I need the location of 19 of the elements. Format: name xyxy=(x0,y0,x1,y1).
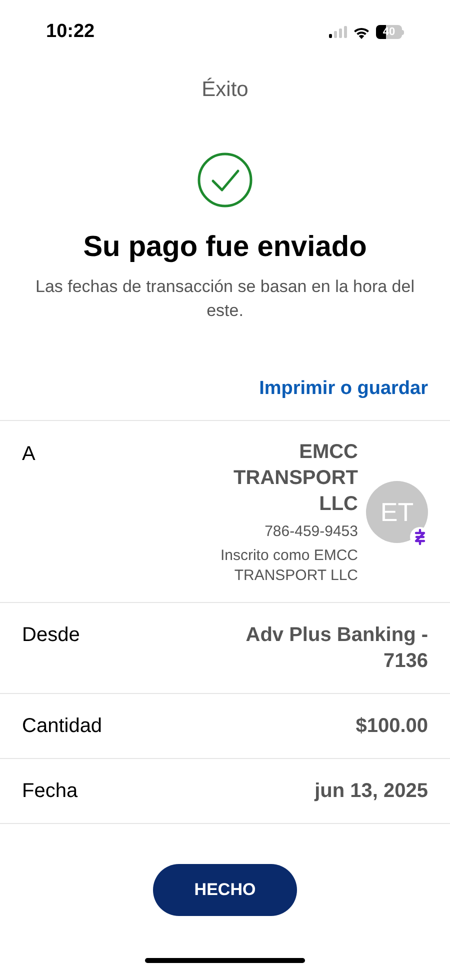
signal-icon xyxy=(329,26,347,38)
row-label: Desde xyxy=(22,623,80,648)
row-value: $100.00 xyxy=(356,714,428,739)
confirmation-heading: Su pago fue enviado xyxy=(82,230,368,264)
screen-title: Éxito xyxy=(200,76,250,103)
wifi-icon xyxy=(353,26,370,38)
registered-name: Inscrito como EMCC TRANSPORT LLC xyxy=(219,546,358,586)
row-value: Adv Plus Banking - 7136 xyxy=(244,623,428,674)
recipient-name: EMCC TRANSPORT LLC xyxy=(232,440,358,516)
print-link[interactable]: Imprimir o guardar xyxy=(259,375,428,404)
row-label: Fecha xyxy=(22,779,78,804)
done-button[interactable]: HECHO xyxy=(153,864,297,916)
row-value: jun 13, 2025 xyxy=(314,779,428,804)
row-label: A xyxy=(22,442,36,466)
success-check-icon xyxy=(197,152,253,208)
confirmation-subtitle: Las fechas de transacción se basan en la hora del este. xyxy=(34,276,416,322)
row-label: Cantidad xyxy=(22,714,102,739)
status-time: 10:22 xyxy=(46,20,95,44)
recipient-phone: 786-459-9453 xyxy=(264,522,358,542)
